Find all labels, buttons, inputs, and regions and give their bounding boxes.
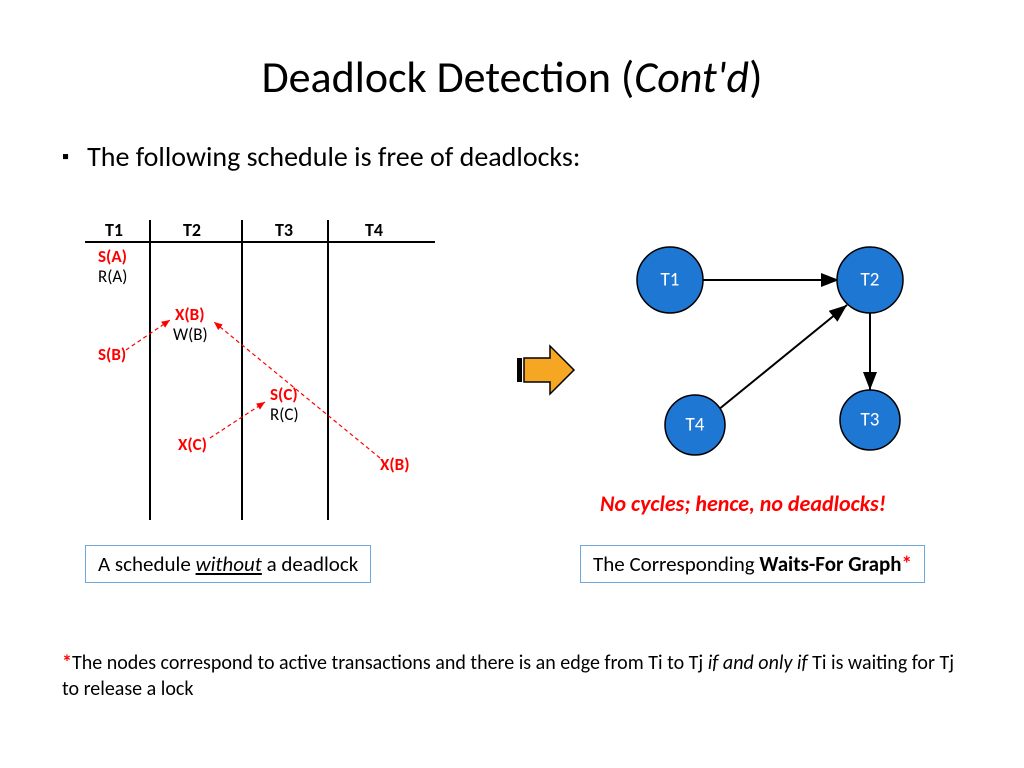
slide-title: Deadlock Detection (Cont'd): [0, 0, 1024, 104]
caption-graph: The Corresponding Waits-For Graph*: [580, 545, 925, 583]
col-header-t2: T2: [183, 220, 201, 241]
diagram-area: T1 T2 T3 T4 S(A) R(A) X(B) W(B) S(B) S(C…: [0, 220, 1024, 620]
svg-text:T3: T3: [861, 409, 880, 432]
schedule-diagram: T1 T2 T3 T4 S(A) R(A) X(B) W(B) S(B) S(C…: [70, 220, 470, 540]
op-xc: X(C): [178, 434, 207, 455]
caption-schedule: A schedule without a deadlock: [85, 545, 371, 583]
bullet-text: The following schedule is free of deadlo…: [87, 139, 580, 174]
op-wb: W(B): [173, 324, 208, 345]
footnote: *The nodes correspond to active transact…: [62, 650, 962, 702]
svg-text:T1: T1: [661, 269, 680, 292]
svg-text:T4: T4: [686, 414, 705, 437]
op-ra: R(A): [98, 266, 127, 287]
op-sa: S(A): [98, 246, 127, 267]
op-rc: R(C): [270, 404, 299, 425]
big-arrow-icon: [512, 340, 582, 400]
bullet-point: ▪ The following schedule is free of dead…: [0, 104, 1024, 174]
col-header-t1: T1: [105, 220, 123, 241]
op-xb: X(B): [175, 304, 204, 325]
op-sb: S(B): [98, 344, 126, 365]
op-sc: S(C): [270, 384, 298, 405]
col-header-t4: T4: [365, 220, 383, 241]
col-header-t3: T3: [275, 220, 293, 241]
bullet-marker-icon: ▪: [62, 139, 69, 169]
no-cycles-text: No cycles; hence, no deadlocks!: [600, 490, 886, 517]
op-xb2: X(B): [380, 454, 409, 475]
svg-text:T2: T2: [861, 269, 880, 292]
waits-for-graph: T1 T2 T3 T4: [590, 230, 970, 480]
